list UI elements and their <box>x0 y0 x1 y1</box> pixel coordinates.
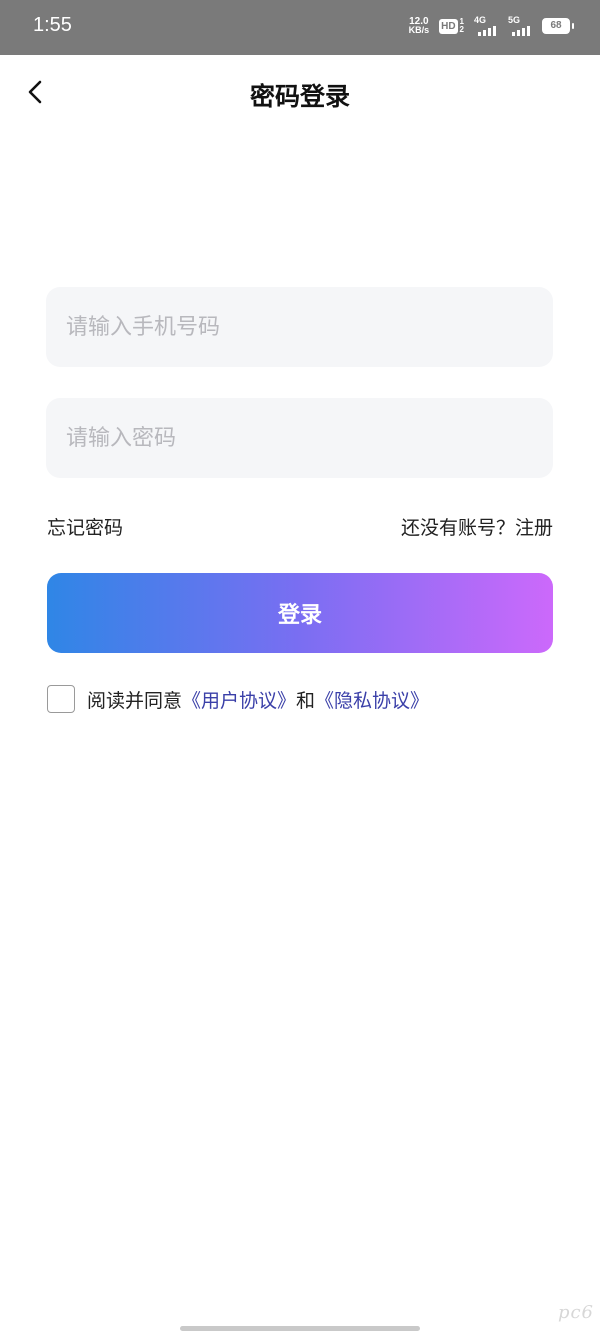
signal-bars <box>512 26 530 36</box>
hd-sub-bottom: 2 <box>459 25 464 34</box>
register-link[interactable]: 还没有账号？注册 <box>401 513 553 540</box>
battery-icon: 68 <box>542 18 574 34</box>
agreement-prefix: 阅读并同意 <box>87 689 183 712</box>
network-speed: 12.0 KB/s <box>409 17 430 35</box>
signal-4g-icon: 4G <box>474 15 498 36</box>
signal-5g-icon: 5G <box>508 15 532 36</box>
signal-bars <box>478 26 496 36</box>
hd-icon: HD 1 2 <box>439 18 464 34</box>
watermark-logo: pc6 <box>557 1302 594 1323</box>
hd-sub: 1 2 <box>460 18 464 34</box>
forgot-password-link[interactable]: 忘记密码 <box>47 513 123 540</box>
hd-label: HD <box>439 18 458 34</box>
password-input[interactable] <box>46 398 553 478</box>
status-time: 1:55 <box>33 14 72 36</box>
status-bar: 1:55 12.0 KB/s HD 1 2 4G 5G 68 <box>0 0 600 55</box>
agreement-checkbox[interactable] <box>47 685 75 713</box>
password-field[interactable] <box>46 398 553 478</box>
home-indicator[interactable] <box>180 1326 420 1331</box>
login-button[interactable]: 登录 <box>47 573 553 653</box>
status-icons: 12.0 KB/s HD 1 2 4G 5G 68 <box>409 15 574 36</box>
page-title: 密码登录 <box>249 82 350 111</box>
agreement-and: 和 <box>296 689 316 712</box>
signal-4g-label: 4G <box>474 15 487 25</box>
header: 密码登录 <box>0 55 600 133</box>
phone-input[interactable] <box>46 287 553 367</box>
signal-5g-label: 5G <box>508 15 521 25</box>
user-agreement-link[interactable]: 《用户协议》 <box>182 686 296 713</box>
privacy-policy-link[interactable]: 《隐私协议》 <box>315 686 429 713</box>
phone-field[interactable] <box>46 287 553 367</box>
network-speed-unit: KB/s <box>408 25 430 35</box>
agreement-row: 阅读并同意 《用户协议》 和 《隐私协议》 <box>47 685 429 713</box>
